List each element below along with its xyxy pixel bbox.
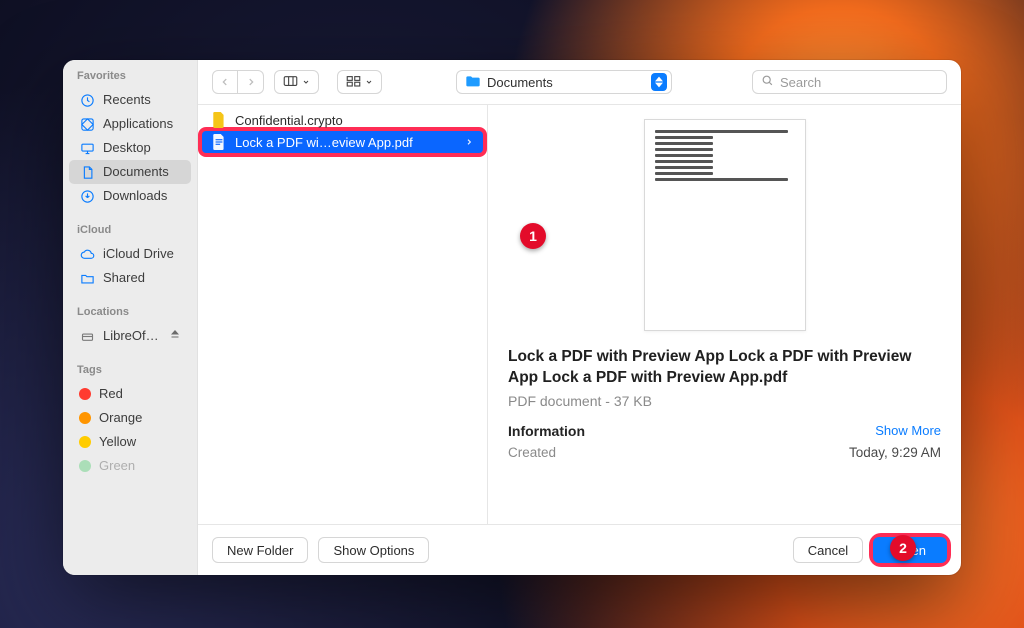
sidebar-item-label: Green bbox=[99, 457, 135, 475]
sidebar-item-applications[interactable]: Applications bbox=[69, 112, 191, 136]
open-file-dialog: Favorites Recents Applications Desktop D… bbox=[63, 60, 961, 575]
sidebar-item-label: Yellow bbox=[99, 433, 136, 451]
sidebar-item-documents[interactable]: Documents bbox=[69, 160, 191, 184]
desktop-icon bbox=[79, 140, 95, 156]
group-by-button[interactable] bbox=[337, 70, 382, 94]
file-name: Lock a PDF wi…eview App.pdf bbox=[235, 135, 413, 150]
file-column[interactable]: Confidential.crypto Lock a PDF wi…eview … bbox=[198, 105, 488, 524]
search-placeholder: Search bbox=[780, 75, 821, 90]
sidebar-item-label: Downloads bbox=[103, 187, 167, 205]
sidebar-item-downloads[interactable]: Downloads bbox=[69, 184, 191, 208]
preview-created-value: Today, 9:29 AM bbox=[849, 445, 941, 460]
tag-dot-icon bbox=[79, 436, 91, 448]
file-name: Confidential.crypto bbox=[235, 113, 343, 128]
cloud-icon bbox=[79, 246, 95, 262]
sidebar-item-shared[interactable]: Shared bbox=[69, 266, 191, 290]
sidebar-tag-orange[interactable]: Orange bbox=[69, 406, 191, 430]
file-thumbnail bbox=[644, 119, 806, 331]
dialog-footer: New Folder Show Options Cancel Open bbox=[198, 524, 961, 575]
tag-dot-icon bbox=[79, 412, 91, 424]
sidebar-item-icloud-drive[interactable]: iCloud Drive bbox=[69, 242, 191, 266]
tag-dot-icon bbox=[79, 388, 91, 400]
sidebar: Favorites Recents Applications Desktop D… bbox=[63, 60, 198, 575]
sidebar-item-label: Desktop bbox=[103, 139, 151, 157]
shared-folder-icon bbox=[79, 270, 95, 286]
applications-icon bbox=[79, 116, 95, 132]
annotation-badge-2: 2 bbox=[890, 535, 916, 561]
chevron-down-icon bbox=[365, 75, 373, 89]
show-more-link[interactable]: Show More bbox=[875, 423, 941, 438]
content-area: Confidential.crypto Lock a PDF wi…eview … bbox=[198, 104, 961, 524]
file-icon bbox=[212, 134, 228, 150]
cancel-button[interactable]: Cancel bbox=[793, 537, 863, 563]
sidebar-tag-red[interactable]: Red bbox=[69, 382, 191, 406]
columns-icon bbox=[283, 75, 298, 90]
sidebar-section-favorites: Favorites bbox=[63, 68, 197, 88]
documents-icon bbox=[79, 164, 95, 180]
sidebar-item-label: Red bbox=[99, 385, 123, 403]
file-row-selected[interactable]: Lock a PDF wi…eview App.pdf bbox=[202, 131, 483, 153]
sidebar-item-recents[interactable]: Recents bbox=[69, 88, 191, 112]
toolbar: Documents Search bbox=[198, 60, 961, 104]
preview-created-label: Created bbox=[508, 445, 556, 460]
tag-dot-icon bbox=[79, 460, 91, 472]
clock-icon bbox=[79, 92, 95, 108]
location-popup[interactable]: Documents bbox=[456, 70, 672, 94]
sidebar-tag-yellow[interactable]: Yellow bbox=[69, 430, 191, 454]
show-options-button[interactable]: Show Options bbox=[318, 537, 429, 563]
sidebar-item-label: Orange bbox=[99, 409, 142, 427]
sidebar-item-label: Recents bbox=[103, 91, 151, 109]
main-panel: Documents Search Confidential.crypt bbox=[198, 60, 961, 575]
back-button[interactable] bbox=[212, 70, 238, 94]
sidebar-item-label: LibreOf… bbox=[103, 327, 159, 345]
sidebar-section-icloud: iCloud bbox=[63, 222, 197, 242]
eject-icon[interactable] bbox=[169, 327, 181, 345]
search-icon bbox=[761, 74, 774, 90]
sidebar-section-tags: Tags bbox=[63, 362, 197, 382]
preview-title: Lock a PDF with Preview App Lock a PDF w… bbox=[508, 347, 941, 389]
preview-subtitle: PDF document - 37 KB bbox=[508, 393, 941, 409]
file-row[interactable]: Confidential.crypto bbox=[198, 109, 487, 131]
folder-icon bbox=[465, 74, 481, 91]
location-label: Documents bbox=[487, 75, 553, 90]
sidebar-item-desktop[interactable]: Desktop bbox=[69, 136, 191, 160]
chevron-down-icon bbox=[302, 75, 310, 89]
preview-info-label: Information bbox=[508, 423, 585, 439]
sidebar-item-label: Shared bbox=[103, 269, 145, 287]
preview-column: Lock a PDF with Preview App Lock a PDF w… bbox=[488, 105, 961, 524]
forward-button[interactable] bbox=[238, 70, 264, 94]
annotation-badge-1: 1 bbox=[520, 223, 546, 249]
chevron-right-icon bbox=[465, 135, 473, 150]
sidebar-item-volume[interactable]: LibreOf… bbox=[69, 324, 191, 348]
disk-icon bbox=[79, 328, 95, 344]
view-mode-button[interactable] bbox=[274, 70, 319, 94]
downloads-icon bbox=[79, 188, 95, 204]
sidebar-item-label: iCloud Drive bbox=[103, 245, 174, 263]
search-input[interactable]: Search bbox=[752, 70, 947, 94]
up-down-icon bbox=[651, 73, 667, 91]
sidebar-section-locations: Locations bbox=[63, 304, 197, 324]
new-folder-button[interactable]: New Folder bbox=[212, 537, 308, 563]
grid-icon bbox=[346, 75, 361, 90]
file-icon bbox=[212, 112, 228, 128]
nav-buttons bbox=[212, 70, 264, 94]
sidebar-tag-green[interactable]: Green bbox=[69, 454, 191, 478]
sidebar-item-label: Applications bbox=[103, 115, 173, 133]
sidebar-item-label: Documents bbox=[103, 163, 169, 181]
